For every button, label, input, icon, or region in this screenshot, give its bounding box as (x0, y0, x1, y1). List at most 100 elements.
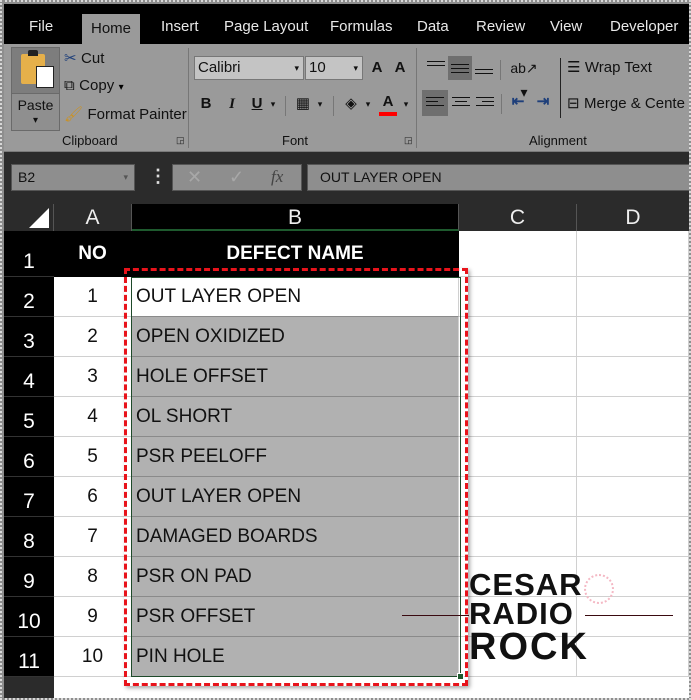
cell-no[interactable]: 9 (54, 597, 132, 637)
font-color-dropdown[interactable]: ▾ (401, 92, 411, 118)
tab-developer[interactable]: Developer (610, 16, 678, 44)
cell-no[interactable]: 3 (54, 357, 132, 397)
row-header[interactable]: 6 (4, 437, 54, 477)
name-box[interactable]: B2 ▾ (11, 164, 135, 191)
cell-defect-name[interactable]: PSR ON PAD (132, 557, 459, 597)
decrease-indent-button[interactable]: ⇤ (507, 90, 529, 116)
fill-color-button[interactable]: ◈ (340, 92, 362, 118)
formula-input[interactable]: OUT LAYER OPEN (307, 164, 689, 191)
align-left-button[interactable] (422, 90, 448, 116)
column-header-b[interactable]: B (132, 204, 459, 231)
cell-no[interactable]: 4 (54, 397, 132, 437)
cell-defect-name[interactable]: OUT LAYER OPEN (132, 477, 459, 517)
orientation-button[interactable]: ab↗ ▾ (507, 56, 541, 100)
insert-function-icon[interactable]: fx (271, 167, 283, 187)
cell-no[interactable]: 2 (54, 317, 132, 357)
tab-insert[interactable]: Insert (161, 16, 199, 44)
merge-center-button[interactable]: ⊟ Merge & Cente (567, 94, 685, 113)
empty-cell[interactable] (459, 437, 577, 477)
cell-no[interactable]: 5 (54, 437, 132, 477)
italic-button[interactable]: I (223, 92, 241, 118)
cell-defect-name[interactable]: OPEN OXIDIZED (132, 317, 459, 357)
empty-cell[interactable] (577, 637, 689, 677)
underline-button[interactable]: U (248, 92, 266, 118)
cell-defect-name[interactable]: PSR PEELOFF (132, 437, 459, 477)
more-options-icon[interactable]: ⋮ (149, 166, 167, 187)
underline-dropdown[interactable]: ▾ (268, 92, 278, 118)
empty-cell[interactable] (577, 277, 689, 317)
empty-cell[interactable] (459, 397, 577, 437)
top-align-button[interactable] (424, 56, 448, 80)
row-header[interactable]: 8 (4, 517, 54, 557)
row-header[interactable]: 10 (4, 597, 54, 637)
font-name-select[interactable]: Calibri ▾ (194, 56, 304, 80)
column-header-c[interactable]: C (459, 204, 577, 231)
cell-no[interactable]: 10 (54, 637, 132, 677)
font-color-button[interactable]: A (377, 90, 399, 116)
empty-cell[interactable] (577, 357, 689, 397)
row-header[interactable] (4, 677, 54, 698)
enter-icon[interactable]: ✓ (229, 167, 244, 188)
empty-cell[interactable] (459, 477, 577, 517)
empty-cell[interactable] (577, 477, 689, 517)
tab-data[interactable]: Data (417, 16, 449, 44)
row-header[interactable]: 7 (4, 477, 54, 517)
row-header[interactable]: 5 (4, 397, 54, 437)
tab-file[interactable]: File (29, 16, 53, 44)
tab-home[interactable]: Home (82, 14, 141, 46)
empty-cell[interactable] (577, 517, 689, 557)
align-right-button[interactable] (473, 90, 497, 116)
cell-defect-name[interactable]: DAMAGED BOARDS (132, 517, 459, 557)
borders-button[interactable]: ▦ (292, 92, 314, 118)
row-header[interactable]: 1 (4, 231, 54, 277)
empty-cell[interactable] (459, 317, 577, 357)
row-header[interactable]: 3 (4, 317, 54, 357)
paste-button[interactable]: Paste ▾ (11, 47, 60, 131)
empty-cell[interactable] (577, 231, 689, 277)
row-header[interactable]: 11 (4, 637, 54, 677)
cut-button[interactable]: ✂ Cut (64, 49, 104, 68)
borders-dropdown[interactable]: ▾ (315, 92, 325, 118)
cell-defect-name[interactable]: HOLE OFFSET (132, 357, 459, 397)
empty-cell[interactable] (577, 397, 689, 437)
tab-formulas[interactable]: Formulas (330, 16, 393, 44)
cell-defect-name[interactable]: OL SHORT (132, 397, 459, 437)
cancel-icon[interactable]: ✕ (187, 167, 202, 188)
row-header[interactable]: 9 (4, 557, 54, 597)
fill-color-dropdown[interactable]: ▾ (363, 92, 373, 118)
empty-cell[interactable] (459, 357, 577, 397)
increase-font-size-button[interactable]: A (368, 56, 386, 82)
empty-cell[interactable] (577, 317, 689, 357)
copy-button[interactable]: ⧉ Copy ▾ (64, 77, 124, 95)
decrease-font-size-button[interactable]: A (391, 56, 409, 82)
empty-cell[interactable] (459, 517, 577, 557)
header-cell-no[interactable]: NO (54, 231, 132, 277)
increase-indent-button[interactable]: ⇥ (532, 90, 554, 116)
dialog-launcher-icon[interactable]: ◲ (176, 135, 185, 146)
middle-align-button[interactable] (448, 56, 472, 80)
bottom-align-button[interactable] (472, 56, 496, 80)
bold-button[interactable]: B (197, 92, 215, 118)
row-header[interactable]: 2 (4, 277, 54, 317)
tab-review[interactable]: Review (476, 16, 525, 44)
tab-page-layout[interactable]: Page Layout (224, 16, 308, 44)
dialog-launcher-icon[interactable]: ◲ (404, 135, 413, 146)
column-header-d[interactable]: D (577, 204, 689, 231)
active-cell[interactable]: OUT LAYER OPEN (132, 277, 459, 317)
select-all-button[interactable] (4, 204, 54, 231)
cell-no[interactable]: 7 (54, 517, 132, 557)
cell-no[interactable]: 8 (54, 557, 132, 597)
font-size-select[interactable]: 10 ▾ (305, 56, 363, 80)
format-painter-button[interactable]: 🖌 Format Painter (64, 105, 187, 124)
empty-cell[interactable] (459, 277, 577, 317)
empty-cell[interactable] (459, 231, 577, 277)
header-cell-defect-name[interactable]: DEFECT NAME (132, 231, 459, 277)
cell-no[interactable]: 1 (54, 277, 132, 317)
cell-defect-name[interactable]: PIN HOLE (132, 637, 459, 677)
paste-dropdown[interactable]: Paste ▾ (12, 93, 59, 130)
wrap-text-button[interactable]: ☰ Wrap Text (567, 58, 652, 77)
column-header-a[interactable]: A (54, 204, 132, 231)
tab-view[interactable]: View (550, 16, 582, 44)
row-header[interactable]: 4 (4, 357, 54, 397)
cell-defect-name[interactable]: PSR OFFSET (132, 597, 459, 637)
